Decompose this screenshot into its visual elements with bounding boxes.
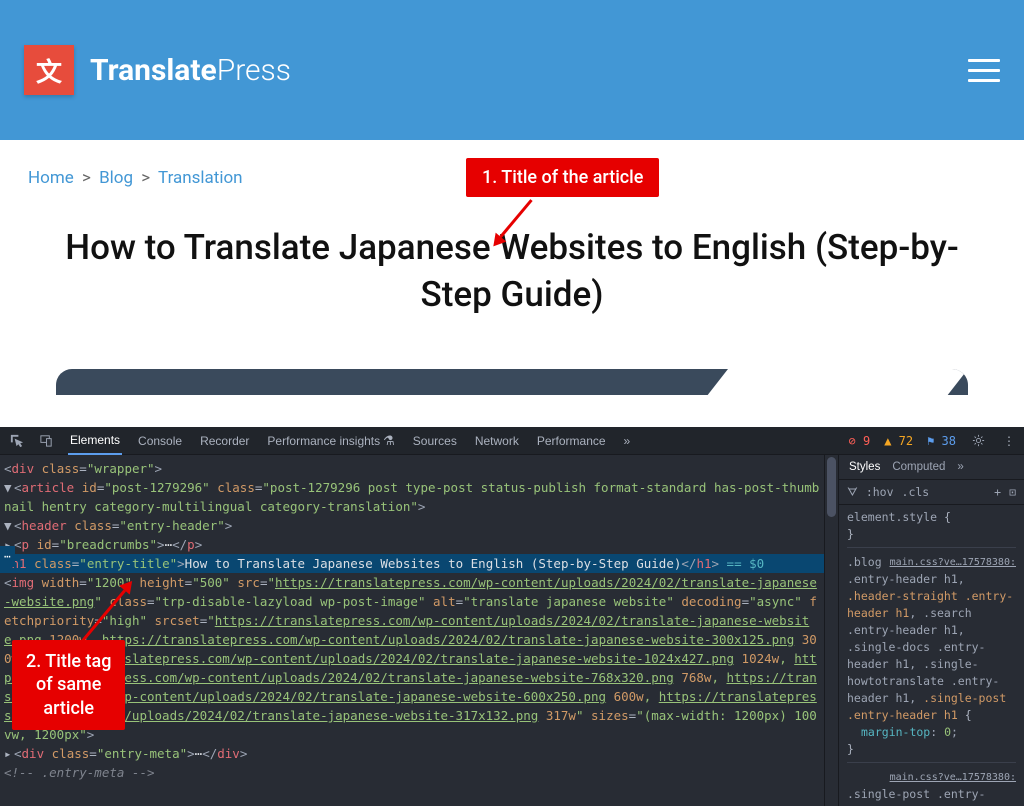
css-source-link[interactable]: main.css?ve…17578380: xyxy=(890,769,1016,786)
info-count[interactable]: ⚑ 38 xyxy=(927,434,956,448)
tab-sources[interactable]: Sources xyxy=(411,428,459,454)
site-header: 文 TranslatePress xyxy=(0,0,1024,140)
tab-performance[interactable]: Performance xyxy=(535,428,608,454)
warning-count[interactable]: ▲ 72 xyxy=(884,434,913,448)
styles-tabs: Styles Computed » xyxy=(839,455,1024,480)
selected-element-badge: ⋯ xyxy=(0,546,15,567)
inspect-icon[interactable] xyxy=(8,433,24,449)
styles-tabs-more-icon[interactable]: » xyxy=(957,461,963,473)
tab-network[interactable]: Network xyxy=(473,428,521,454)
tab-performance-insights[interactable]: Performance insights xyxy=(265,427,396,455)
styles-pane: Styles Computed » ᗊ :hov .cls + ⊡ elemen… xyxy=(838,455,1024,806)
device-toggle-icon[interactable] xyxy=(38,433,54,449)
logo-icon: 文 xyxy=(24,45,74,95)
tab-recorder[interactable]: Recorder xyxy=(198,428,251,454)
tab-styles[interactable]: Styles xyxy=(849,461,880,473)
breadcrumb-separator: > xyxy=(141,168,150,188)
page-title: How to Translate Japanese Websites to En… xyxy=(28,224,996,319)
styles-rules[interactable]: element.style { } main.css?ve…17578380: … xyxy=(839,505,1024,806)
tab-console[interactable]: Console xyxy=(136,428,184,454)
logo-text: TranslatePress xyxy=(90,53,291,88)
elements-tree[interactable]: ⋯ <div class="wrapper"> ▼<article id="po… xyxy=(0,455,824,806)
tab-computed[interactable]: Computed xyxy=(892,461,945,473)
breadcrumb-blog[interactable]: Blog xyxy=(99,168,133,188)
filter-icon[interactable]: ᗊ xyxy=(847,485,858,500)
annotation-1-label: 1. Title of the article xyxy=(466,158,659,197)
devtools-tabbar: Elements Console Recorder Performance in… xyxy=(0,427,1024,455)
annotation-2: 2. Title tag of same article xyxy=(12,640,125,730)
kebab-menu-icon[interactable]: ⋮ xyxy=(1000,433,1016,449)
hamburger-menu-icon[interactable] xyxy=(968,59,1000,82)
annotation-1: 1. Title of the article xyxy=(466,158,659,197)
styles-more-icon[interactable]: ⊡ xyxy=(1009,485,1016,499)
styles-filter-bar: ᗊ :hov .cls + ⊡ xyxy=(839,480,1024,505)
logo[interactable]: 文 TranslatePress xyxy=(24,45,291,95)
tabs-more-icon[interactable]: » xyxy=(622,428,633,454)
devtools-panel: Elements Console Recorder Performance in… xyxy=(0,427,1024,806)
breadcrumb-current[interactable]: Translation xyxy=(158,168,243,188)
new-rule-icon[interactable]: + xyxy=(994,485,1001,499)
elements-scrollbar[interactable] xyxy=(824,455,838,806)
breadcrumb-separator: > xyxy=(82,168,91,188)
settings-icon[interactable] xyxy=(970,433,986,449)
cls-toggle[interactable]: .cls xyxy=(902,485,930,499)
tab-elements[interactable]: Elements xyxy=(68,427,122,455)
selected-h1-node[interactable]: <h1 class="entry-title">How to Translate… xyxy=(0,554,824,573)
error-count[interactable]: ⊘ 9 xyxy=(849,434,871,448)
hov-toggle[interactable]: :hov xyxy=(866,485,894,499)
css-source-link[interactable]: main.css?ve…17578380: xyxy=(890,554,1016,571)
annotation-2-label: 2. Title tag of same article xyxy=(12,640,125,730)
breadcrumb-home[interactable]: Home xyxy=(28,168,74,188)
hero-shape xyxy=(56,369,968,395)
